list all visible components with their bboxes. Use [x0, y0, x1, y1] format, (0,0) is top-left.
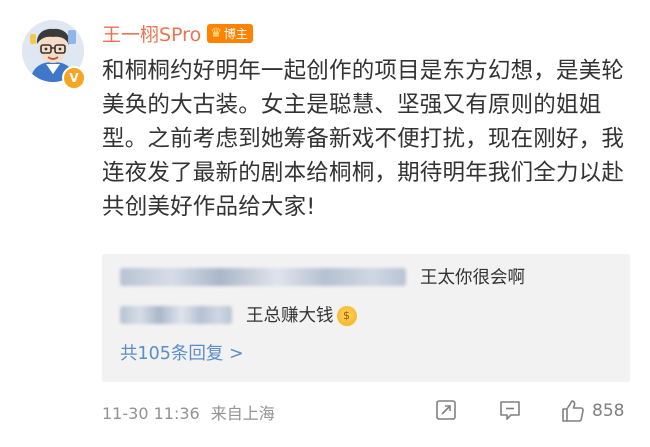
repost-icon — [436, 400, 456, 420]
reply-item[interactable]: 王总赚大钱 $ — [120, 302, 357, 327]
author-name[interactable]: 王一栩SPro — [102, 20, 201, 47]
post-text: 和桐桐约好明年一起创作的项目是东方幻想，是美轮美奂的大古装。女主是聪慧、坚强又有… — [102, 58, 625, 220]
blurred-username — [120, 305, 232, 324]
blogger-badge[interactable]: ♛ 博主 — [207, 24, 253, 43]
thumbs-up-icon — [562, 400, 584, 422]
repost-button[interactable] — [434, 398, 458, 422]
money-eyes-emoji-icon: $ — [336, 305, 357, 326]
comment-button[interactable] — [498, 398, 522, 422]
view-all-replies-link[interactable]: 共105条回复 > — [120, 340, 244, 365]
reply-text: 王总赚大钱 — [246, 306, 334, 326]
blurred-username — [120, 267, 406, 286]
like-button[interactable]: 858 — [560, 398, 624, 424]
reply-text: 王太你很会啊 — [420, 268, 525, 288]
like-count: 858 — [592, 401, 625, 421]
source: 来自上海 — [210, 404, 275, 423]
reply-item[interactable]: 王太你很会啊 — [120, 264, 525, 289]
timestamp: 11-30 11:36 — [102, 404, 200, 423]
blogger-badge-label: 博主 — [223, 27, 248, 41]
verified-badge-icon: V — [62, 66, 86, 90]
comment-icon — [500, 401, 520, 420]
reply-preview-box[interactable]: 王太你很会啊 王总赚大钱 $ 共105条回复 > — [102, 254, 630, 382]
post-header: 王一栩SPro ♛ 博主 — [102, 20, 253, 47]
post-footer: 11-30 11:36 来自上海 858 — [102, 398, 630, 426]
post-meta: 11-30 11:36 来自上海 — [102, 400, 275, 424]
crown-icon: ♛ — [210, 26, 222, 41]
